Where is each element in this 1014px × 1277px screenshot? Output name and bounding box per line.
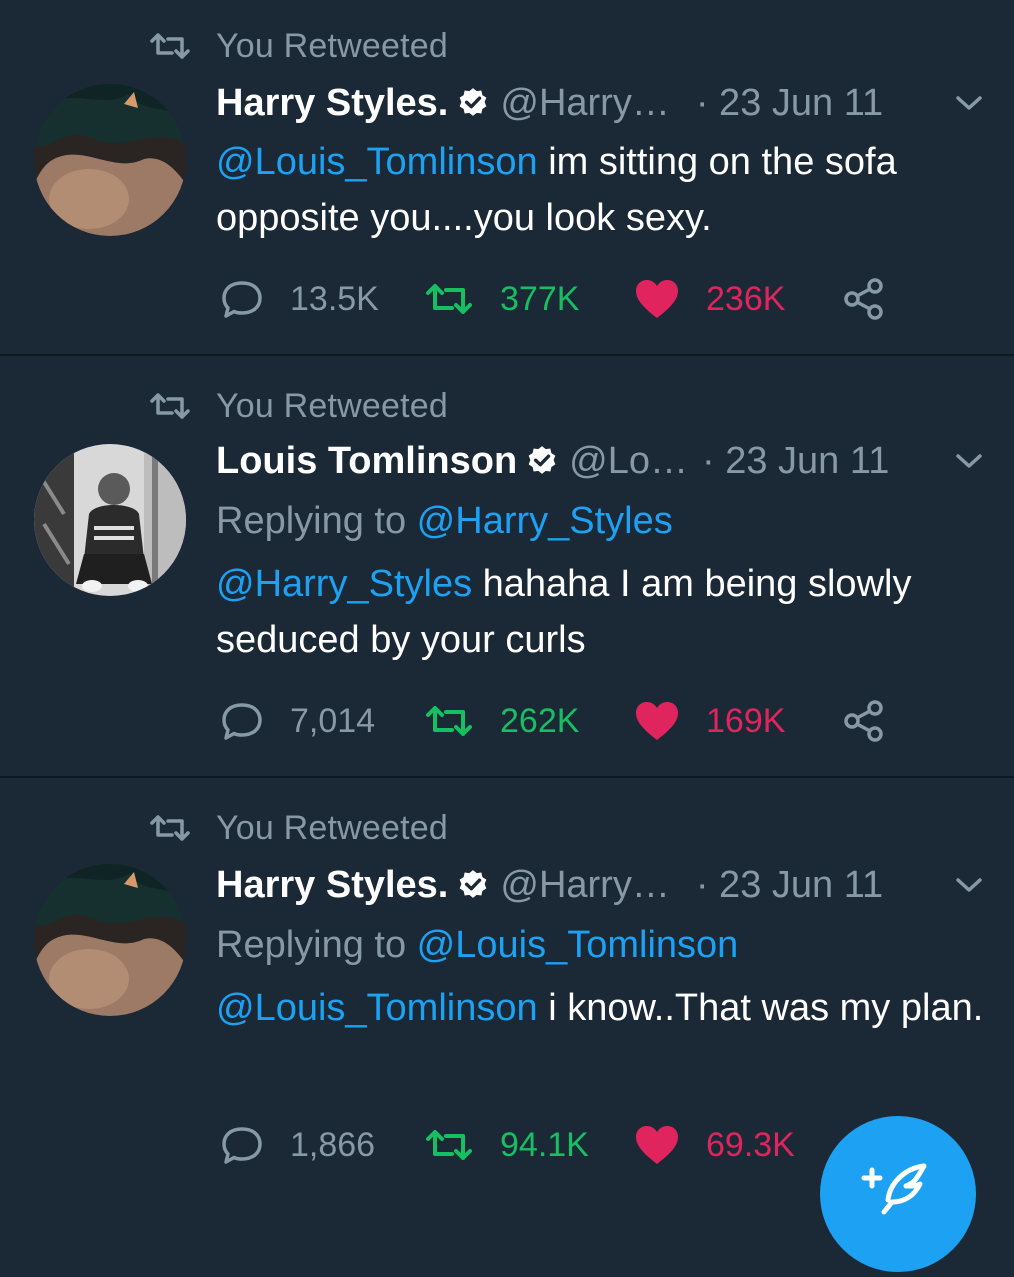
retweet-count: 94.1K bbox=[500, 1125, 589, 1164]
user-handle[interactable]: @Lo… bbox=[569, 440, 688, 483]
reply-button[interactable]: 13.5K bbox=[220, 274, 379, 324]
reply-icon bbox=[222, 281, 262, 318]
compose-tweet-button[interactable] bbox=[820, 1116, 976, 1272]
heart-icon bbox=[636, 1126, 678, 1164]
verified-badge-icon bbox=[460, 88, 487, 116]
retweet-context-label: You Retweeted bbox=[216, 386, 448, 425]
mention-link[interactable]: @Louis_Tomlinson bbox=[216, 141, 538, 183]
chevron-down-icon[interactable] bbox=[954, 874, 984, 896]
avatar[interactable] bbox=[34, 864, 186, 1016]
replying-to-mention[interactable]: @Harry_Styles bbox=[417, 500, 673, 542]
avatar-image bbox=[34, 444, 186, 596]
retweet-icon bbox=[150, 815, 190, 841]
tweet-header: Louis Tomlinson @Lo… · 23 Jun 11 bbox=[216, 436, 996, 486]
like-count: 69.3K bbox=[706, 1125, 795, 1164]
like-count: 169K bbox=[706, 701, 786, 740]
heart-icon bbox=[636, 702, 678, 740]
share-icon bbox=[844, 700, 883, 742]
avatar[interactable] bbox=[34, 84, 186, 236]
chevron-down-icon[interactable] bbox=[954, 450, 984, 472]
tweet-date[interactable]: · 23 Jun 11 bbox=[696, 82, 883, 125]
retweet-context: You Retweeted bbox=[148, 808, 448, 848]
display-name[interactable]: Louis Tomlinson bbox=[216, 440, 517, 483]
tweet-text: @Louis_Tomlinson i know..That was my pla… bbox=[216, 980, 996, 1036]
retweet-button[interactable]: 94.1K bbox=[424, 1120, 589, 1170]
tweet-date[interactable]: · 23 Jun 11 bbox=[702, 440, 889, 483]
retweet-icon bbox=[426, 284, 472, 314]
retweet-context: You Retweeted bbox=[148, 386, 448, 426]
share-button[interactable] bbox=[842, 274, 886, 324]
mention-link[interactable]: @Harry_Styles bbox=[216, 563, 472, 605]
verified-badge-icon bbox=[460, 870, 487, 898]
user-handle[interactable]: @Harry… bbox=[500, 864, 669, 907]
retweet-context: You Retweeted bbox=[148, 26, 448, 66]
share-icon bbox=[844, 278, 883, 320]
avatar-image bbox=[34, 864, 186, 1016]
retweet-context-label: You Retweeted bbox=[216, 26, 448, 65]
like-count: 236K bbox=[706, 279, 786, 318]
replying-to: Replying to @Louis_Tomlinson bbox=[216, 924, 738, 967]
reply-icon bbox=[222, 1127, 262, 1164]
retweet-icon bbox=[426, 1130, 472, 1160]
replying-to-label: Replying to bbox=[216, 924, 417, 966]
tweet-text: @Harry_Styles hahaha I am being slowly s… bbox=[216, 556, 996, 668]
reply-count: 7,014 bbox=[290, 701, 376, 740]
retweet-icon bbox=[150, 393, 190, 419]
tweet-text: @Louis_Tomlinson im sitting on the sofa … bbox=[216, 134, 996, 246]
replying-to-mention[interactable]: @Louis_Tomlinson bbox=[417, 924, 739, 966]
tweet-text-content: i know..That was my plan. bbox=[537, 987, 984, 1029]
tweet-header: Harry Styles. @Harry… · 23 Jun 11 bbox=[216, 860, 996, 910]
tweet-actions: 7,014 262K 169K bbox=[216, 696, 996, 746]
avatar[interactable] bbox=[34, 444, 186, 596]
tweet-actions: 13.5K 377K 236K bbox=[216, 274, 996, 324]
like-button[interactable]: 169K bbox=[634, 696, 785, 746]
reply-button[interactable]: 1,866 bbox=[220, 1120, 375, 1170]
mention-link[interactable]: @Louis_Tomlinson bbox=[216, 987, 538, 1029]
replying-to-label: Replying to bbox=[216, 500, 417, 542]
retweet-button[interactable]: 262K bbox=[424, 696, 579, 746]
compose-tweet-icon bbox=[861, 1163, 927, 1215]
display-name[interactable]: Harry Styles. bbox=[216, 864, 448, 907]
display-name[interactable]: Harry Styles. bbox=[216, 82, 448, 125]
retweet-icon bbox=[150, 33, 190, 59]
retweet-context-label: You Retweeted bbox=[216, 808, 448, 847]
like-button[interactable]: 69.3K bbox=[634, 1120, 795, 1170]
tweet-1[interactable]: You Retweeted Harry Styles. @Harry… · 23… bbox=[0, 0, 1014, 354]
heart-icon bbox=[636, 280, 678, 318]
replying-to: Replying to @Harry_Styles bbox=[216, 500, 673, 543]
like-button[interactable]: 236K bbox=[634, 274, 785, 324]
tweet-date[interactable]: · 23 Jun 11 bbox=[696, 864, 883, 907]
user-handle[interactable]: @Harry… bbox=[500, 82, 669, 125]
share-button[interactable] bbox=[842, 696, 886, 746]
retweet-count: 377K bbox=[500, 279, 580, 318]
avatar-image bbox=[34, 84, 186, 236]
reply-button[interactable]: 7,014 bbox=[220, 696, 375, 746]
verified-badge-icon bbox=[528, 446, 556, 474]
chevron-down-icon[interactable] bbox=[954, 92, 984, 114]
retweet-button[interactable]: 377K bbox=[424, 274, 579, 324]
retweet-count: 262K bbox=[500, 701, 580, 740]
timeline: You Retweeted Harry Styles. @Harry… · 23… bbox=[0, 0, 1014, 1272]
reply-icon bbox=[222, 703, 262, 740]
reply-count: 1,866 bbox=[290, 1125, 376, 1164]
tweet-2[interactable]: You Retweeted Louis Tomlinson @Lo… · 23 … bbox=[0, 356, 1014, 776]
retweet-icon bbox=[426, 706, 472, 736]
tweet-header: Harry Styles. @Harry… · 23 Jun 11 bbox=[216, 78, 996, 128]
reply-count: 13.5K bbox=[290, 279, 379, 318]
